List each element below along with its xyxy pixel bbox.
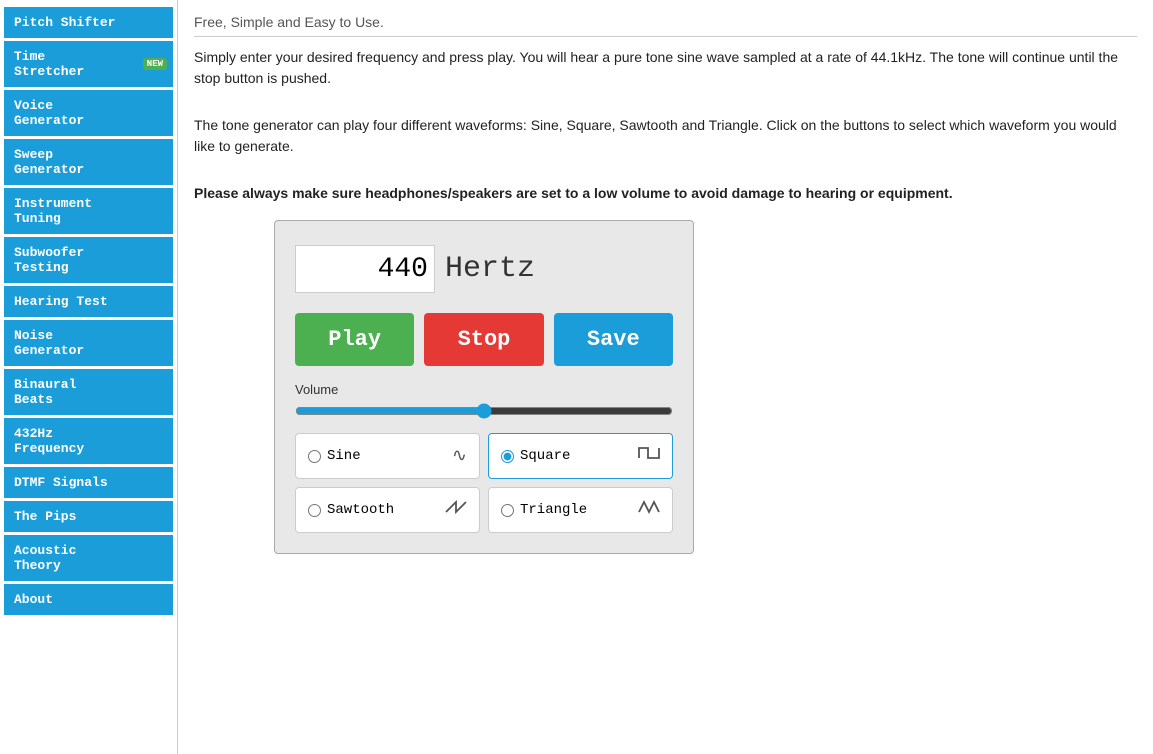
stop-button[interactable]: Stop	[424, 313, 543, 366]
new-badge: NEW	[143, 58, 167, 70]
sidebar-item-432hz-frequency[interactable]: 432Hz Frequency	[4, 418, 173, 464]
waveform-sawtooth[interactable]: Sawtooth	[295, 487, 480, 533]
tone-generator-panel: Hertz Play Stop Save Volume Sine ∿ Squar…	[274, 220, 694, 554]
sidebar-item-pitch-shifter[interactable]: Pitch Shifter	[4, 7, 173, 38]
sidebar-item-dtmf-signals[interactable]: DTMF Signals	[4, 467, 173, 498]
tagline-text: Free, Simple and Easy to Use.	[194, 14, 384, 30]
sidebar-item-about[interactable]: About	[4, 584, 173, 615]
sidebar-item-sweep-generator[interactable]: Sweep Generator	[4, 139, 173, 185]
square-wave-icon	[638, 444, 660, 468]
waveform-square[interactable]: Square	[488, 433, 673, 479]
frequency-input[interactable]	[295, 245, 435, 293]
sawtooth-wave-icon	[445, 498, 467, 522]
sidebar-item-noise-generator[interactable]: Noise Generator	[4, 320, 173, 366]
sidebar-item-acoustic-theory[interactable]: Acoustic Theory	[4, 535, 173, 581]
waveform-sine-radio[interactable]	[308, 450, 321, 463]
main-content: Free, Simple and Easy to Use. Simply ent…	[178, 0, 1153, 754]
sine-wave-icon: ∿	[452, 445, 467, 467]
sidebar-item-hearing-test[interactable]: Hearing Test	[4, 286, 173, 317]
waveform-square-label: Square	[520, 448, 570, 464]
control-buttons: Play Stop Save	[295, 313, 673, 366]
save-button[interactable]: Save	[554, 313, 673, 366]
frequency-unit-label: Hertz	[445, 252, 535, 286]
warning-text: Please always make sure headphones/speak…	[194, 183, 1137, 204]
waveform-square-radio[interactable]	[501, 450, 514, 463]
sidebar-item-voice-generator[interactable]: Voice Generator	[4, 90, 173, 136]
sidebar-item-binaural-beats[interactable]: Binaural Beats	[4, 369, 173, 415]
waveform-sawtooth-label: Sawtooth	[327, 502, 394, 518]
waveform-triangle-label: Triangle	[520, 502, 587, 518]
waveform-sine-label: Sine	[327, 448, 361, 464]
play-button[interactable]: Play	[295, 313, 414, 366]
triangle-wave-icon	[638, 498, 660, 522]
sidebar-item-the-pips[interactable]: The Pips	[4, 501, 173, 532]
sidebar-item-subwoofer-testing[interactable]: Subwoofer Testing	[4, 237, 173, 283]
sidebar-item-instrument-tuning[interactable]: Instrument Tuning	[4, 188, 173, 234]
frequency-display: Hertz	[295, 245, 673, 293]
volume-slider[interactable]	[295, 403, 673, 419]
sidebar-item-time-stretcher[interactable]: Time StretcherNEW	[4, 41, 173, 87]
waveform-triangle[interactable]: Triangle	[488, 487, 673, 533]
description-1: Simply enter your desired frequency and …	[194, 47, 1137, 89]
waveform-grid: Sine ∿ Square Sawtooth	[295, 433, 673, 533]
waveform-triangle-radio[interactable]	[501, 504, 514, 517]
waveform-sawtooth-radio[interactable]	[308, 504, 321, 517]
page-tagline: Free, Simple and Easy to Use.	[194, 10, 1137, 37]
volume-label: Volume	[295, 382, 673, 397]
sidebar: Pitch Shifter Time StretcherNEW Voice Ge…	[0, 0, 178, 754]
description-2: The tone generator can play four differe…	[194, 115, 1137, 157]
waveform-sine[interactable]: Sine ∿	[295, 433, 480, 479]
